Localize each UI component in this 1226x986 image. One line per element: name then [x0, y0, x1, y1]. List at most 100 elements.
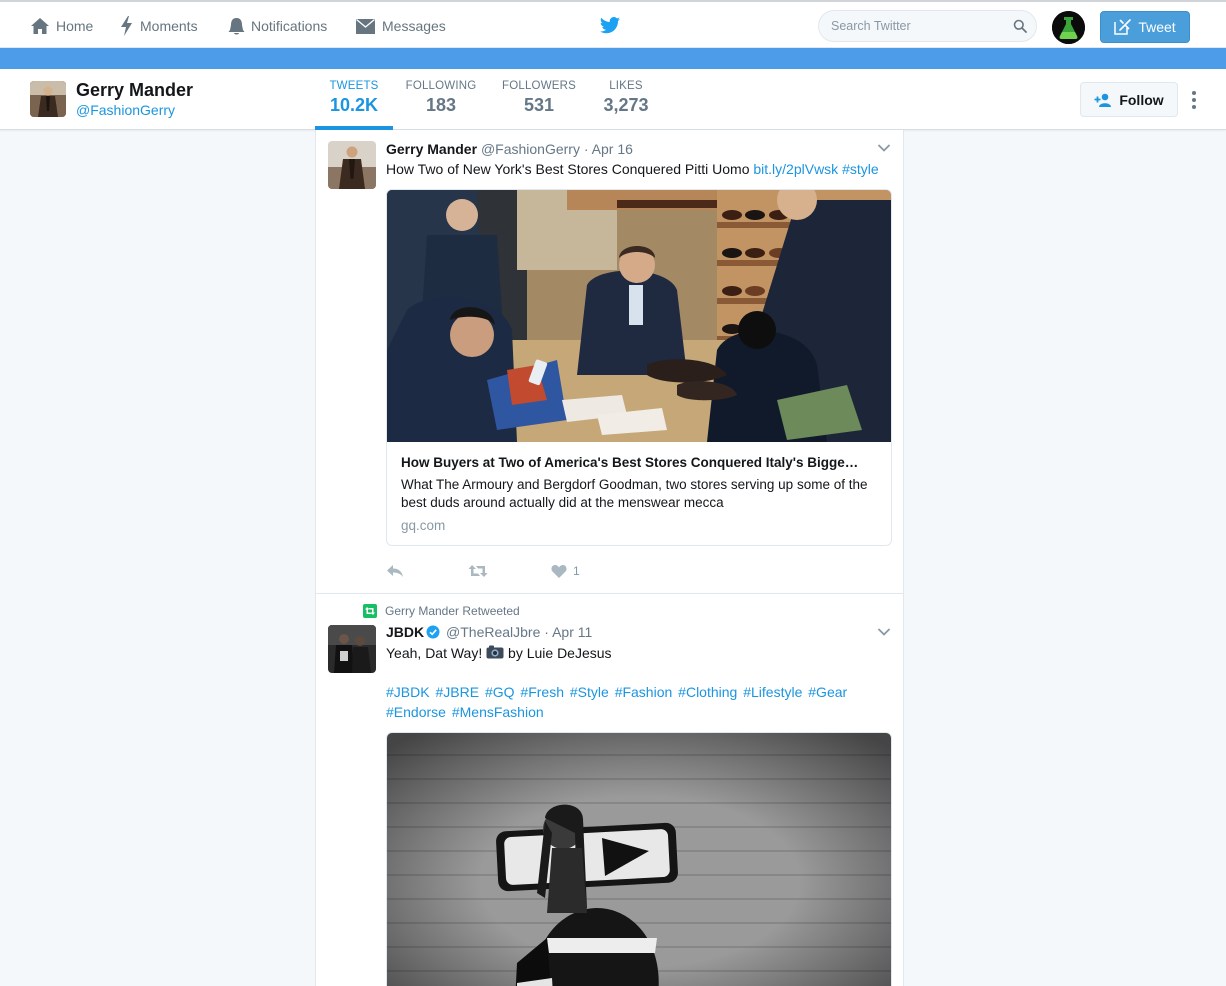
- stat-followers[interactable]: FOLLOWERS 531: [497, 80, 581, 116]
- nav-moments[interactable]: Moments: [120, 15, 198, 37]
- like-count: 1: [573, 564, 580, 578]
- tweet-avatar[interactable]: [328, 141, 376, 189]
- profile-avatar[interactable]: [30, 81, 66, 117]
- tweet-text: How Two of New York's Best Stores Conque…: [386, 159, 879, 179]
- tweet-header: Gerry Mander @FashionGerry · Apr 16: [386, 141, 633, 157]
- retweet-icon: [468, 565, 488, 577]
- like-button[interactable]: 1: [551, 564, 580, 578]
- tweet-button-label: Tweet: [1138, 19, 1176, 35]
- profile-avatar-image: [30, 81, 66, 117]
- profile-banner: [0, 48, 1226, 69]
- more-options-icon[interactable]: [1189, 91, 1199, 111]
- tweet-author-name[interactable]: JBDK: [386, 624, 424, 640]
- tweet-photo[interactable]: [386, 732, 892, 986]
- retweet-button[interactable]: [468, 564, 488, 578]
- chevron-down-icon[interactable]: [877, 627, 891, 637]
- compose-icon: [1114, 19, 1132, 35]
- stat-tweets-label: TWEETS: [329, 80, 379, 92]
- tweet-text: Yeah, Dat Way! by Luie DeJesus: [386, 643, 612, 663]
- tweet-text-body: How Two of New York's Best Stores Conque…: [386, 161, 750, 177]
- hashtag-link[interactable]: #Lifestyle: [743, 684, 802, 700]
- stat-followers-value: 531: [523, 95, 555, 115]
- tweet-link[interactable]: bit.ly/2plVwsk: [753, 161, 838, 177]
- tweet-timestamp[interactable]: Apr 11: [552, 624, 592, 640]
- nav-home[interactable]: Home: [30, 15, 93, 37]
- stat-tweets[interactable]: TWEETS 10.2K: [315, 80, 393, 116]
- tweet-separator: ·: [544, 624, 549, 640]
- stat-likes-label: LIKES: [609, 80, 643, 92]
- retweet-badge-icon: [363, 604, 377, 618]
- profile-navigation: Gerry Mander @FashionGerry TWEETS 10.2K …: [0, 69, 1226, 130]
- camera-emoji-icon: [486, 645, 504, 659]
- home-icon: [31, 18, 49, 34]
- nav-messages-label: Messages: [382, 18, 446, 34]
- top-navigation-bar: Home Moments Notifications Messages Twee…: [0, 0, 1226, 48]
- stat-following-value: 183: [425, 95, 457, 115]
- search-input[interactable]: [819, 11, 999, 41]
- chevron-down-icon[interactable]: [877, 143, 891, 153]
- link-card-image: [387, 190, 891, 442]
- bell-icon: [228, 17, 245, 34]
- tweet[interactable]: Gerry Mander Retweeted JBDK @TheRealJbre…: [316, 594, 903, 986]
- retweet-context-label[interactable]: Gerry Mander Retweeted: [385, 604, 520, 618]
- account-avatar-image: [1052, 11, 1085, 44]
- stat-likes[interactable]: LIKES 3,273: [594, 80, 658, 116]
- nav-moments-label: Moments: [140, 18, 198, 34]
- tweet[interactable]: Gerry Mander @FashionGerry · Apr 16 How …: [316, 130, 903, 594]
- add-user-icon: [1094, 93, 1112, 107]
- link-card-description: What The Armoury and Bergdorf Goodman, t…: [401, 477, 868, 510]
- reply-icon: [387, 565, 403, 577]
- hashtag-link[interactable]: #Fashion: [615, 684, 673, 700]
- reply-button[interactable]: [386, 564, 404, 578]
- tweet-hashtag[interactable]: #style: [842, 161, 879, 177]
- search-box: [818, 10, 1037, 42]
- search-icon[interactable]: [1013, 19, 1027, 33]
- tweet-avatar-image: [328, 141, 376, 189]
- hashtag-link[interactable]: #Fresh: [520, 684, 564, 700]
- stat-following-label: FOLLOWING: [405, 80, 477, 92]
- stat-tweets-value: 10.2K: [329, 95, 379, 115]
- hashtag-link[interactable]: #Endorse: [386, 704, 446, 720]
- nav-messages[interactable]: Messages: [355, 15, 446, 37]
- hashtag-link[interactable]: #Clothing: [678, 684, 737, 700]
- tweet-timeline: Gerry Mander @FashionGerry · Apr 16 How …: [315, 130, 904, 986]
- tweet-separator: ·: [583, 141, 589, 157]
- profile-name[interactable]: Gerry Mander: [76, 80, 193, 101]
- tweet-author-handle[interactable]: @TheRealJbre: [446, 624, 540, 640]
- nav-home-label: Home: [56, 18, 94, 34]
- tweet-text-body: Yeah, Dat Way!: [386, 645, 483, 661]
- stat-following[interactable]: FOLLOWING 183: [400, 80, 482, 116]
- tweet-photo-image: [387, 733, 891, 986]
- follow-button-label: Follow: [1119, 91, 1164, 108]
- link-card[interactable]: How Buyers at Two of America's Best Stor…: [386, 189, 892, 546]
- tweet-avatar-image: [328, 625, 376, 673]
- nav-notifications[interactable]: Notifications: [228, 15, 327, 37]
- tweet-author-name[interactable]: Gerry Mander: [386, 141, 477, 157]
- tweet-author-handle[interactable]: @FashionGerry: [481, 141, 580, 157]
- tweet-text-credit: by Luie DeJesus: [508, 645, 612, 661]
- hashtag-link[interactable]: #Gear: [808, 684, 847, 700]
- hashtag-link[interactable]: #MensFashion: [452, 704, 544, 720]
- retweet-context: Gerry Mander Retweeted: [363, 604, 520, 618]
- tweet-header: JBDK @TheRealJbre · Apr 11: [386, 624, 592, 640]
- hashtag-link[interactable]: #JBDK: [386, 684, 430, 700]
- heart-icon: [551, 565, 567, 578]
- tweet-avatar[interactable]: [328, 625, 376, 673]
- envelope-icon: [356, 18, 375, 34]
- hashtag-link[interactable]: #GQ: [485, 684, 515, 700]
- account-avatar[interactable]: [1052, 11, 1085, 44]
- lightning-icon: [121, 16, 132, 36]
- verified-badge-icon: [426, 625, 440, 639]
- link-card-domain: gq.com: [401, 518, 446, 533]
- tweet-hashtags: #JBDK #JBRE #GQ #Fresh #Style #Fashion #…: [386, 682, 856, 722]
- tweet-button[interactable]: Tweet: [1100, 11, 1190, 43]
- stat-followers-label: FOLLOWERS: [501, 80, 576, 92]
- link-card-title: How Buyers at Two of America's Best Stor…: [401, 455, 859, 470]
- hashtag-link[interactable]: #Style: [570, 684, 609, 700]
- follow-button[interactable]: Follow: [1080, 82, 1178, 117]
- tweet-timestamp[interactable]: Apr 16: [592, 141, 633, 157]
- profile-handle[interactable]: @FashionGerry: [76, 102, 175, 118]
- hashtag-link[interactable]: #JBRE: [435, 684, 479, 700]
- twitter-bird-logo[interactable]: [599, 16, 621, 36]
- nav-notifications-label: Notifications: [251, 18, 328, 34]
